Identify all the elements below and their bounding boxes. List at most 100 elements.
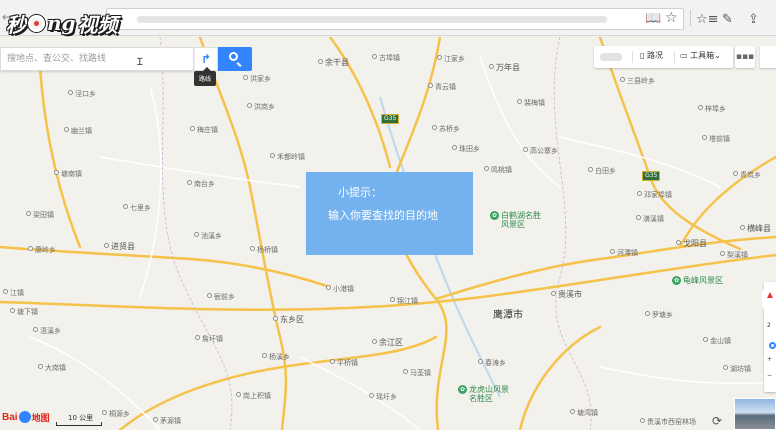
place-label[interactable]: 洪家乡 bbox=[243, 75, 271, 83]
place-label[interactable]: 古埠镇 bbox=[372, 54, 400, 62]
place-label[interactable]: 七里乡 bbox=[123, 204, 151, 212]
place-label[interactable]: 苏桥乡 bbox=[432, 125, 460, 133]
place-label[interactable]: 万年县 bbox=[489, 64, 520, 72]
place-label[interactable]: 梅庄镇 bbox=[190, 126, 218, 134]
place-label[interactable]: 杨溪乡 bbox=[262, 353, 290, 361]
baidu-map-logo[interactable]: Bai 地图 bbox=[2, 408, 50, 426]
place-label[interactable]: 茅源镇 bbox=[153, 417, 181, 425]
address-bar[interactable]: 📖 ☆ bbox=[106, 8, 684, 30]
place-label[interactable]: 梁田镇 bbox=[26, 211, 54, 219]
place-label[interactable]: 珠田乡 bbox=[452, 145, 480, 153]
place-label[interactable]: 江镇 bbox=[3, 289, 24, 297]
place-label[interactable]: 进贤县 bbox=[104, 243, 135, 251]
highway-shield: G35 bbox=[642, 171, 661, 181]
toolbar-divider bbox=[674, 51, 675, 63]
place-label[interactable]: 塘湾镇 bbox=[570, 409, 598, 417]
place-label[interactable]: 裴梅镇 bbox=[517, 99, 545, 107]
share-icon[interactable]: ⇪ bbox=[748, 12, 759, 27]
place-label[interactable]: 岗上积镇 bbox=[236, 392, 271, 400]
place-label[interactable]: 鸣桃镇 bbox=[484, 166, 512, 174]
place-label[interactable]: 大岗镇 bbox=[38, 364, 66, 372]
place-label[interactable]: 湖坊镇 bbox=[723, 365, 751, 373]
scenic-spot[interactable]: ✿ 龟峰风景区 bbox=[672, 276, 723, 285]
place-label[interactable]: 浯溪乡 bbox=[33, 327, 61, 335]
scale-bar bbox=[56, 422, 102, 426]
place-label[interactable]: 洪岗乡 bbox=[247, 103, 275, 111]
pen-notes-icon[interactable]: ✎ bbox=[722, 12, 733, 27]
place-label[interactable]: 邓家埠镇 bbox=[637, 191, 672, 199]
place-label[interactable]: 青云镇 bbox=[428, 83, 456, 91]
place-label[interactable]: 贵溪市 bbox=[551, 291, 582, 299]
place-label[interactable]: 戈阳县 bbox=[676, 240, 707, 248]
place-label[interactable]: 高公寨乡 bbox=[523, 147, 558, 155]
place-label[interactable]: 梓埠乡 bbox=[698, 105, 726, 113]
place-label[interactable]: 詹圩镇 bbox=[195, 335, 223, 343]
place-label[interactable]: 瑶圩乡 bbox=[369, 393, 397, 401]
street-view-thumbnail[interactable] bbox=[734, 398, 776, 430]
place-label[interactable]: 马荃镇 bbox=[403, 369, 431, 377]
place-label[interactable]: 南台乡 bbox=[187, 180, 215, 188]
place-label[interactable]: 平桥镇 bbox=[330, 359, 358, 367]
place-label[interactable]: 白田乡 bbox=[588, 167, 616, 175]
message-icon: ▪▪▪ bbox=[735, 52, 755, 62]
hint-text: 输入你要查找的目的地 bbox=[328, 209, 438, 222]
place-label[interactable]: 禾都岭镇 bbox=[270, 153, 305, 161]
refresh-icon[interactable]: ⟳ bbox=[712, 414, 722, 428]
favorites-hub-icon[interactable]: ☆≡ bbox=[696, 12, 719, 27]
scenic-name-line2: 风景区 bbox=[501, 220, 525, 230]
place-label[interactable]: 三县岭乡 bbox=[620, 77, 655, 85]
place-label[interactable]: 康岭乡 bbox=[28, 246, 56, 254]
place-label[interactable]: 塘下镇 bbox=[10, 308, 38, 316]
place-label[interactable]: 横峰县 bbox=[740, 225, 771, 233]
place-label[interactable]: 金山镇 bbox=[703, 337, 731, 345]
scenic-name: 龟峰风景区 bbox=[683, 276, 723, 285]
place-label[interactable]: 塔前镇 bbox=[702, 135, 730, 143]
place-label[interactable]: 东乡区 bbox=[273, 316, 304, 324]
place-label[interactable]: 春涛乡 bbox=[478, 359, 506, 367]
search-button[interactable] bbox=[218, 47, 252, 71]
place-label[interactable]: 锦江镇 bbox=[390, 297, 418, 305]
address-url-blurred bbox=[137, 16, 607, 23]
user-panel-button[interactable] bbox=[760, 46, 776, 68]
place-label[interactable]: 青岚乡 bbox=[733, 171, 761, 179]
place-label[interactable]: 余干县 bbox=[318, 59, 349, 67]
place-label[interactable]: 鹰潭市 bbox=[493, 311, 523, 321]
scenic-name: 龙虎山风景 bbox=[469, 385, 509, 394]
place-label[interactable]: 幽兰镇 bbox=[64, 127, 92, 135]
search-input[interactable] bbox=[7, 48, 187, 70]
place-label[interactable]: 塘南镇 bbox=[54, 170, 82, 178]
city-switch-blurred[interactable] bbox=[600, 53, 622, 61]
highway-shield: G35 bbox=[381, 114, 400, 124]
zoom-out-button[interactable]: − bbox=[767, 372, 772, 379]
hint-overlay: 小提示： 输入你要查找的目的地 bbox=[306, 172, 473, 255]
locate-icon[interactable] bbox=[769, 342, 776, 349]
toolbox-label: 工具箱 bbox=[690, 51, 715, 60]
place-label[interactable]: 潢溪镇 bbox=[636, 215, 664, 223]
place-label[interactable]: 江家乡 bbox=[437, 55, 465, 63]
place-label[interactable]: 小港镇 bbox=[326, 285, 354, 293]
place-label[interactable]: 衙前乡 bbox=[207, 293, 235, 301]
zoom-in-button[interactable]: + bbox=[767, 356, 772, 363]
video-watermark-logo: 秒 ng 视频 bbox=[6, 8, 118, 38]
place-label[interactable]: 贵溪市西窑林场 bbox=[640, 418, 696, 426]
place-label[interactable]: 桐源乡 bbox=[102, 410, 130, 418]
place-label[interactable]: 池溪乡 bbox=[194, 232, 222, 240]
reading-view-icon[interactable]: 📖 bbox=[645, 11, 661, 26]
watermark-text-3: 视频 bbox=[77, 12, 118, 37]
place-label[interactable]: 余江区 bbox=[372, 339, 403, 347]
toolbox-button[interactable]: ▭ 工具箱⌄ bbox=[680, 50, 721, 61]
place-label[interactable]: 河潭镇 bbox=[610, 249, 638, 257]
message-button[interactable]: ▪▪▪ bbox=[735, 46, 755, 68]
place-label[interactable]: 罗塘乡 bbox=[645, 311, 673, 319]
scenic-spot[interactable]: ✿ 龙虎山风景 名胜区 bbox=[458, 385, 509, 403]
scenic-spot[interactable]: ✿ 白鹤湖名胜 风景区 bbox=[490, 211, 541, 229]
compass-icon[interactable] bbox=[762, 286, 776, 312]
place-label[interactable]: 泾口乡 bbox=[68, 90, 96, 98]
text-cursor-icon: Ɪ bbox=[137, 57, 143, 68]
baidu-logo-text: Bai bbox=[2, 411, 18, 423]
place-label[interactable]: 梨溪镇 bbox=[720, 251, 748, 259]
favorite-star-icon[interactable]: ☆ bbox=[665, 10, 678, 26]
place-label[interactable]: 杨桥镇 bbox=[250, 246, 278, 254]
traffic-button[interactable]: ▯ 路况 bbox=[640, 50, 663, 61]
scenic-marker-icon: ✿ bbox=[490, 211, 499, 220]
